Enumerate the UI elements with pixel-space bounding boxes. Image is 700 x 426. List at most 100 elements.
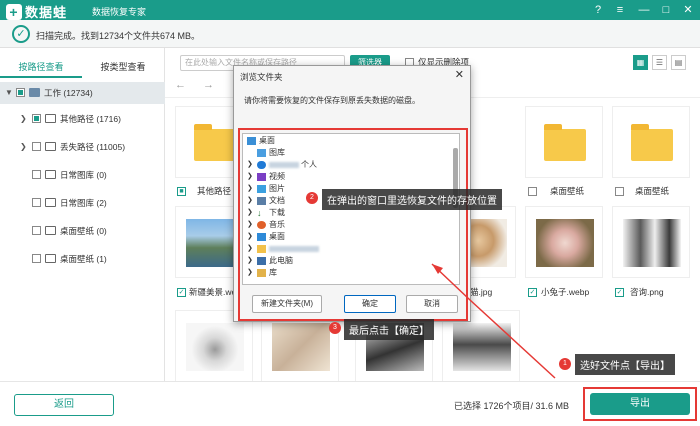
- folder-tree-item[interactable]: 图库: [243, 147, 453, 159]
- tree-item[interactable]: 日常图库 (2): [0, 192, 165, 214]
- item-checkbox[interactable]: [32, 114, 41, 123]
- pictures-icon: [257, 185, 266, 193]
- image-tile[interactable]: [612, 206, 690, 278]
- expand-icon[interactable]: ❯: [247, 231, 253, 243]
- folder-icon: [631, 124, 673, 161]
- folder-tile[interactable]: [525, 106, 603, 178]
- tree-item-label: 桌面壁纸 (1): [60, 254, 107, 264]
- ok-button[interactable]: 确定: [344, 295, 396, 313]
- tab-by-type[interactable]: 按类型查看: [82, 56, 164, 78]
- item-checkbox[interactable]: ✓: [528, 288, 537, 297]
- file-caption: 小兔子.webp: [541, 287, 590, 297]
- expand-icon[interactable]: ❯: [247, 195, 253, 207]
- menu-icon[interactable]: ≡: [612, 2, 628, 18]
- item-checkbox[interactable]: [528, 187, 537, 196]
- folder-icon: [194, 124, 236, 161]
- folder-tree-item[interactable]: ❯: [243, 243, 453, 255]
- folder-tree-item[interactable]: 桌面: [243, 135, 453, 147]
- expand-icon[interactable]: ❯: [247, 207, 253, 219]
- tree-item[interactable]: 桌面壁纸 (0): [0, 220, 165, 242]
- list-view-icon[interactable]: ☰: [652, 55, 667, 70]
- folder-tile[interactable]: [612, 106, 690, 178]
- dialog-close-icon[interactable]: ✕: [455, 68, 464, 81]
- expand-icon[interactable]: ❯: [247, 219, 253, 231]
- forward-arrow-icon[interactable]: →: [203, 79, 214, 91]
- tree-item-label: 其他路径 (1716): [60, 114, 121, 124]
- tree-item-label: 丢失路径 (11005): [60, 142, 126, 152]
- bottom-bar: 返回 已选择 1726个项目/ 31.6 MB 导出: [0, 381, 700, 426]
- folder-tree-item[interactable]: ❯ 此电脑: [243, 255, 453, 267]
- root-checkbox[interactable]: [16, 88, 25, 97]
- music-icon: [257, 221, 266, 229]
- consult-thumbnail: [623, 219, 681, 267]
- folder-tree-item[interactable]: ❯ 个人: [243, 159, 453, 171]
- item-checkbox[interactable]: ✓: [177, 288, 186, 297]
- cancel-button[interactable]: 取消: [406, 295, 458, 313]
- folder-tree-label: 桌面: [259, 136, 275, 145]
- file-caption: 猫.jpg: [470, 287, 493, 297]
- back-button[interactable]: 返回: [14, 394, 114, 416]
- back-arrow-icon[interactable]: ←: [175, 79, 186, 91]
- documents-icon: [257, 197, 266, 205]
- tree-item-label: 日常图库 (0): [60, 170, 107, 180]
- expand-icon[interactable]: ❯: [20, 108, 28, 130]
- tree-item[interactable]: ❯ 其他路径 (1716): [0, 108, 165, 130]
- file-caption: 咨询.png: [630, 287, 664, 297]
- computer-icon: [257, 257, 266, 265]
- item-checkbox[interactable]: [32, 142, 41, 151]
- detail-view-icon[interactable]: ▤: [671, 55, 686, 70]
- expand-icon[interactable]: ❯: [247, 183, 253, 195]
- help-icon[interactable]: ?: [590, 2, 606, 18]
- expand-icon[interactable]: ▼: [5, 82, 13, 104]
- expand-icon[interactable]: ❯: [20, 136, 28, 158]
- item-checkbox[interactable]: ■: [177, 187, 186, 196]
- app-logo: + 数据蛙: [6, 2, 67, 21]
- tab-by-path[interactable]: 按路径查看: [0, 56, 82, 78]
- folder-tree-item[interactable]: ❯ 音乐: [243, 219, 453, 231]
- item-checkbox[interactable]: ✓: [615, 288, 624, 297]
- expand-icon[interactable]: ❯: [247, 255, 253, 267]
- selection-info: 已选择 1726个项目/ 31.6 MB: [454, 401, 570, 411]
- app-subtitle: 数据恢复专家: [92, 7, 147, 17]
- expand-icon[interactable]: ❯: [247, 171, 253, 183]
- expand-icon[interactable]: ❯: [247, 267, 253, 279]
- file-caption: 其他路径: [197, 186, 232, 196]
- image-tile[interactable]: [525, 206, 603, 278]
- item-checkbox[interactable]: [32, 170, 41, 179]
- expand-icon[interactable]: ❯: [247, 243, 253, 255]
- export-button[interactable]: 导出: [590, 393, 690, 415]
- folder-icon: [45, 114, 56, 123]
- folder-tree-label: 桌面: [269, 232, 285, 241]
- export-highlight: 导出: [583, 387, 697, 421]
- tree-root[interactable]: ▼ 工作 (12734): [0, 82, 165, 104]
- folder-tree-item[interactable]: ❯ 桌面: [243, 231, 453, 243]
- folder-tree-item[interactable]: ❯ 视频: [243, 171, 453, 183]
- folder-icon: [45, 170, 56, 179]
- grid-view-icon[interactable]: ▦: [633, 55, 648, 70]
- step1-badge: 1: [559, 358, 571, 370]
- item-checkbox[interactable]: [32, 254, 41, 263]
- maximize-icon[interactable]: □: [658, 2, 674, 18]
- item-checkbox[interactable]: [32, 198, 41, 207]
- minimize-icon[interactable]: —: [636, 2, 652, 18]
- folder-tree-label: 个人: [301, 160, 317, 169]
- plus-icon: +: [6, 4, 22, 20]
- dialog-prompt: 请你将需要恢复的文件保存到原丢失数据的磁盘。: [244, 96, 420, 105]
- desk-thumbnail: [453, 323, 511, 371]
- gallery-icon: [257, 149, 266, 157]
- redacted-text: [269, 246, 319, 252]
- scan-status-bar: ✓ 扫描完成。找到12734个文件共674 MB。: [0, 20, 700, 48]
- new-folder-button[interactable]: 新建文件夹(M): [252, 295, 322, 313]
- item-checkbox[interactable]: [32, 226, 41, 235]
- folder-tree-label: 库: [269, 268, 277, 277]
- close-icon[interactable]: ✕: [680, 2, 696, 18]
- step3-badge: 3: [329, 322, 341, 334]
- tree-item[interactable]: 桌面壁纸 (1): [0, 248, 165, 270]
- file-caption: 桌面壁纸: [550, 186, 585, 196]
- tree-item[interactable]: 日常图库 (0): [0, 164, 165, 186]
- tree-item[interactable]: ❯ 丢失路径 (11005): [0, 136, 165, 158]
- cloud-icon: [257, 161, 266, 169]
- item-checkbox[interactable]: [615, 187, 624, 196]
- expand-icon[interactable]: ❯: [247, 159, 253, 171]
- folder-tree-item[interactable]: ❯ 库: [243, 267, 453, 279]
